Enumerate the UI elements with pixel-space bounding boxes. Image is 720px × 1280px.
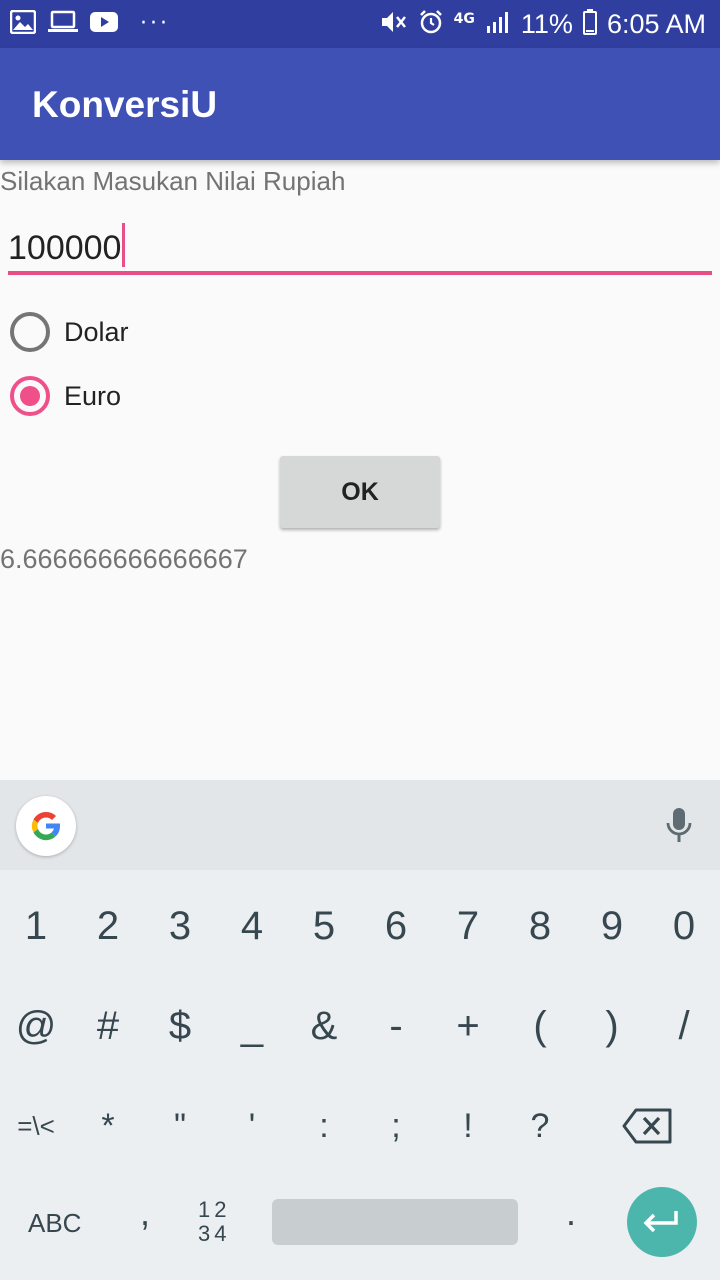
google-search-button[interactable] xyxy=(16,796,76,856)
soft-keyboard: 1 2 3 4 5 6 7 8 9 0 @ # $ _ & - + ( ) / … xyxy=(0,780,720,1280)
keyboard-suggestion-bar xyxy=(0,780,720,870)
rupiah-prompt-label: Silakan Masukan Nilai Rupiah xyxy=(0,166,346,196)
key-at[interactable]: @ xyxy=(0,998,72,1054)
text-cursor xyxy=(122,223,126,267)
ok-button[interactable]: OK xyxy=(280,456,440,528)
radio-euro-label: Euro xyxy=(64,380,122,411)
key-6[interactable]: 6 xyxy=(360,898,432,954)
microphone-icon[interactable] xyxy=(664,806,694,848)
system-icons: 4G 11% 6:05 AM xyxy=(380,6,706,42)
key-period[interactable]: . xyxy=(566,1192,576,1234)
key-exclamation[interactable]: ! xyxy=(432,1098,504,1154)
radio-dolar[interactable]: Dolar xyxy=(10,312,129,352)
key-3[interactable]: 3 xyxy=(144,898,216,954)
battery-percent: 11% xyxy=(520,8,573,39)
key-dollar[interactable]: $ xyxy=(144,998,216,1054)
rupiah-amount-value: 100000 xyxy=(8,229,122,267)
radio-euro-circle[interactable] xyxy=(10,376,50,416)
key-single-quote[interactable]: ' xyxy=(216,1098,288,1154)
key-open-paren[interactable]: ( xyxy=(504,998,576,1054)
app-title: KonversiU xyxy=(32,84,218,125)
space-bar[interactable] xyxy=(272,1199,518,1245)
battery-icon xyxy=(582,9,597,39)
radio-euro[interactable]: Euro xyxy=(10,376,121,416)
key-7[interactable]: 7 xyxy=(432,898,504,954)
key-1[interactable]: 1 xyxy=(0,898,72,954)
key-slash[interactable]: / xyxy=(648,998,720,1054)
key-hash[interactable]: # xyxy=(72,998,144,1054)
key-ampersand[interactable]: & xyxy=(288,998,360,1054)
key-8[interactable]: 8 xyxy=(504,898,576,954)
key-semicolon[interactable]: ; xyxy=(360,1098,432,1154)
laptop-icon xyxy=(48,10,78,38)
key-9[interactable]: 9 xyxy=(576,898,648,954)
clock: 6:05 AM xyxy=(606,8,706,39)
google-icon xyxy=(31,811,61,841)
key-minus[interactable]: - xyxy=(360,998,432,1054)
numpad-key[interactable]: 12 34 xyxy=(198,1198,230,1246)
key-4[interactable]: 4 xyxy=(216,898,288,954)
key-2[interactable]: 2 xyxy=(72,898,144,954)
rupiah-amount-input[interactable]: 100000 xyxy=(8,215,712,275)
enter-key[interactable] xyxy=(627,1187,697,1257)
numpad-key-bottom: 34 xyxy=(198,1221,231,1246)
status-bar: ··· 4G 11% 6:05 AM xyxy=(0,0,720,48)
youtube-icon xyxy=(90,11,118,37)
key-colon[interactable]: : xyxy=(288,1098,360,1154)
keyboard-symbol-row: @ # $ _ & - + ( ) / xyxy=(0,998,720,1054)
notification-icons: ··· xyxy=(9,9,170,39)
image-icon xyxy=(9,9,37,38)
signal-icon xyxy=(485,10,511,38)
key-underscore[interactable]: _ xyxy=(216,998,288,1054)
key-asterisk[interactable]: * xyxy=(72,1098,144,1154)
key-double-quote[interactable]: " xyxy=(144,1098,216,1154)
mute-icon xyxy=(380,9,408,39)
enter-icon xyxy=(643,1211,678,1233)
network-type-label: 4G xyxy=(453,11,475,27)
key-comma[interactable]: , xyxy=(140,1192,150,1234)
app-bar: KonversiU xyxy=(0,48,720,160)
backspace-key[interactable] xyxy=(576,1098,720,1154)
keyboard-punctuation-row: =\< * " ' : ; ! ? xyxy=(0,1098,720,1154)
key-0[interactable]: 0 xyxy=(648,898,720,954)
backspace-icon xyxy=(622,1108,672,1144)
radio-dolar-circle[interactable] xyxy=(10,312,50,352)
key-close-paren[interactable]: ) xyxy=(576,998,648,1054)
key-more-symbols[interactable]: =\< xyxy=(0,1098,72,1154)
keyboard-number-row: 1 2 3 4 5 6 7 8 9 0 xyxy=(0,898,720,954)
alarm-icon xyxy=(418,9,444,39)
key-plus[interactable]: + xyxy=(432,998,504,1054)
key-5[interactable]: 5 xyxy=(288,898,360,954)
radio-dolar-label: Dolar xyxy=(64,316,129,347)
abc-key[interactable]: ABC xyxy=(28,1208,81,1239)
numpad-key-top: 12 xyxy=(198,1197,231,1222)
conversion-result: 6.666666666666667 xyxy=(0,544,248,574)
more-notifications-indicator: ··· xyxy=(140,11,170,36)
key-question[interactable]: ? xyxy=(504,1098,576,1154)
